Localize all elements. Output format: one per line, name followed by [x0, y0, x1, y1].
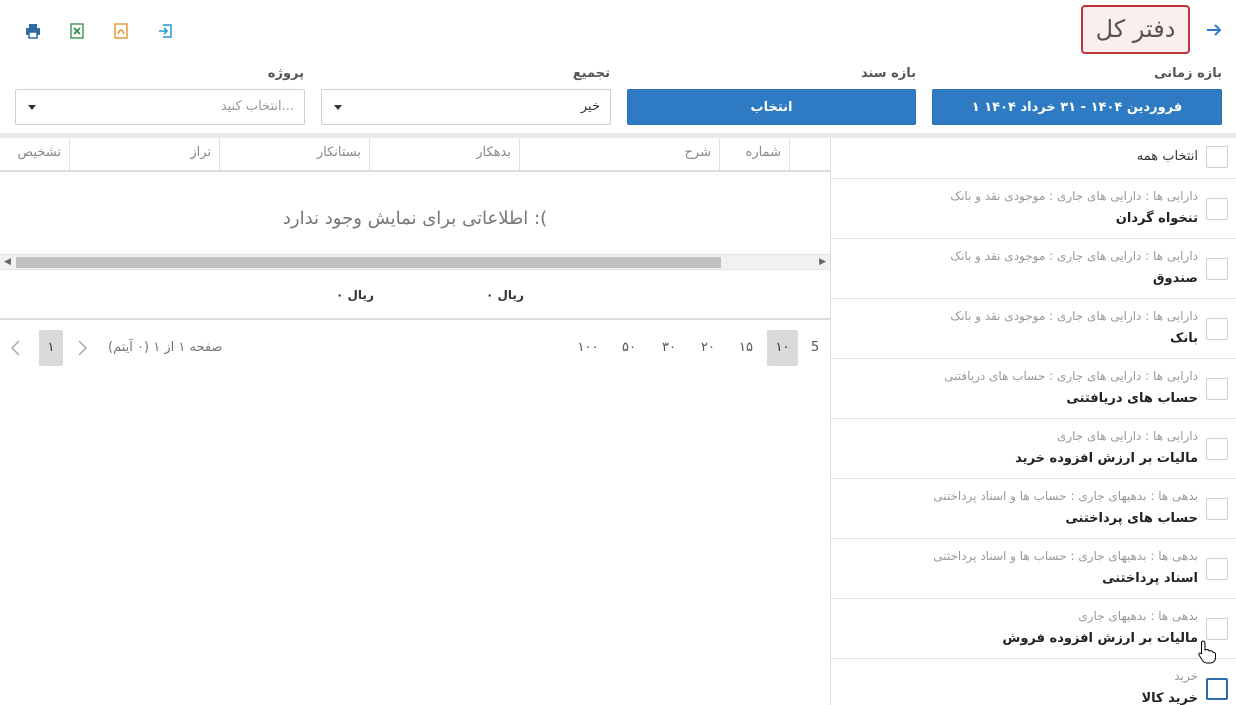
doc-range-label: بازه سند [860, 66, 916, 81]
page-size-15[interactable]: ۱۵ [731, 330, 761, 366]
scrollbar-thumb[interactable] [16, 257, 721, 268]
aggregate-value: خیر [580, 99, 600, 114]
select-all-row[interactable]: انتخاب همه [831, 138, 1236, 179]
date-range-button[interactable]: ۱ فروردین ۱۴۰۴ - ۳۱ خرداد ۱۴۰۴ [932, 89, 1222, 125]
account-name: حساب های پرداختنی [1065, 511, 1198, 526]
account-name: مالیات بر ارزش افزوده فروش [1002, 631, 1198, 646]
account-name: مالیات بر ارزش افزوده خرید [1015, 451, 1198, 466]
column-header-blank [789, 138, 830, 170]
arrow-right-icon[interactable] [1202, 20, 1226, 44]
excel-icon[interactable] [66, 20, 88, 42]
export-icon[interactable] [154, 20, 176, 42]
ledger-grid: شماره شرح بدهکار بستانکار تراز تشخیص اطل… [0, 138, 830, 705]
select-all-checkbox[interactable] [1206, 146, 1228, 168]
account-item[interactable]: دارایی ها : دارایی های جاری : موجودی نقد… [831, 179, 1236, 239]
account-path: دارایی ها : دارایی های جاری [1056, 429, 1198, 443]
toolbar [22, 20, 176, 42]
account-path: دارایی ها : دارایی های جاری : موجودی نقد… [950, 189, 1198, 203]
account-checkbox[interactable] [1206, 498, 1228, 520]
select-all-label: انتخاب همه [1136, 149, 1198, 164]
account-checkbox[interactable] [1206, 438, 1228, 460]
project-placeholder: انتخاب کنید... [220, 99, 294, 114]
account-item[interactable]: دارایی ها : دارایی های جاری : موجودی نقد… [831, 299, 1236, 359]
account-list: انتخاب همه دارایی ها : دارایی های جاری :… [831, 138, 1236, 705]
page-size-20[interactable]: ۲۰ [693, 330, 723, 366]
scroll-left-icon[interactable]: ◀ [4, 257, 11, 267]
page-size-50[interactable]: ۵۰ [614, 330, 644, 366]
account-path: دارایی ها : دارایی های جاری : موجودی نقد… [950, 249, 1198, 263]
account-path: دارایی ها : دارایی های جاری : حساب های د… [944, 369, 1198, 383]
column-header-debit[interactable]: بدهکار [369, 138, 519, 170]
page-size-5[interactable]: 5 [804, 330, 826, 366]
scroll-right-icon[interactable]: ▶ [819, 257, 826, 267]
column-header-credit[interactable]: بستانکار [219, 138, 369, 170]
account-item[interactable]: خرید خرید کالا [831, 659, 1236, 705]
project-label: پروژه [267, 66, 304, 81]
page-size-10[interactable]: ۱۰ [767, 330, 798, 366]
account-name: اسناد پرداختنی [1102, 571, 1198, 586]
credit-total: ۰ ریال [336, 288, 374, 302]
page-title: دفتر کل [1081, 5, 1190, 54]
print-icon[interactable] [22, 20, 44, 42]
date-range-label: بازه زمانی [1154, 66, 1222, 81]
account-checkbox[interactable] [1206, 198, 1228, 220]
account-checkbox[interactable] [1206, 678, 1228, 700]
hand-cursor-icon [1198, 640, 1216, 664]
account-name: بانک [1170, 331, 1198, 346]
account-path: دارایی ها : دارایی های جاری : موجودی نقد… [950, 309, 1198, 323]
general-ledger-page: دفتر کل بازه زمانی بازه سند تجمیع پروژه … [0, 0, 1236, 705]
pager: 5 ۱۰ ۱۵ ۲۰ ۳۰ ۵۰ ۱۰۰ صفحه ۱ از ۱ (۰ آیتم… [0, 330, 830, 366]
caret-down-icon [28, 105, 36, 110]
column-header-balance[interactable]: تراز [69, 138, 219, 170]
doc-range-button[interactable]: انتخاب [627, 89, 916, 125]
account-path: خرید [1174, 669, 1198, 683]
account-item[interactable]: دارایی ها : دارایی های جاری : موجودی نقد… [831, 239, 1236, 299]
grid-header: شماره شرح بدهکار بستانکار تراز تشخیص [0, 138, 830, 172]
aggregate-select[interactable]: خیر [321, 89, 611, 125]
page-size-100[interactable]: ۱۰۰ [571, 330, 605, 366]
page-size-30[interactable]: ۳۰ [654, 330, 684, 366]
account-name: حساب های دریافتنی [1066, 391, 1198, 406]
horizontal-scrollbar[interactable]: ◀ ▶ [0, 254, 830, 270]
pdf-icon[interactable] [110, 20, 132, 42]
account-path: بدهی ها : بدهیهای جاری [1078, 609, 1198, 623]
account-item[interactable]: بدهی ها : بدهیهای جاری مالیات بر ارزش اف… [831, 599, 1236, 659]
account-item[interactable]: دارایی ها : دارایی های جاری مالیات بر ار… [831, 419, 1236, 479]
debit-total: ۰ ریال [486, 288, 524, 302]
account-item[interactable]: دارایی ها : دارایی های جاری : حساب های د… [831, 359, 1236, 419]
account-item[interactable]: بدهی ها : بدهیهای جاری : حساب ها و اسناد… [831, 539, 1236, 599]
account-checkbox[interactable] [1206, 618, 1228, 640]
account-name: خرید کالا [1141, 691, 1199, 705]
account-path: بدهی ها : بدهیهای جاری : حساب ها و اسناد… [933, 549, 1198, 563]
chevron-left-icon[interactable] [10, 338, 22, 362]
account-path: بدهی ها : بدهیهای جاری : حساب ها و اسناد… [933, 489, 1198, 503]
account-name: صندوق [1152, 271, 1198, 286]
chevron-right-icon[interactable] [76, 338, 88, 362]
account-item[interactable]: بدهی ها : بدهیهای جاری : حساب ها و اسناد… [831, 479, 1236, 539]
caret-down-icon [334, 105, 342, 110]
column-header-description[interactable]: شرح [519, 138, 719, 170]
column-header-number[interactable]: شماره [719, 138, 789, 170]
column-header-status[interactable]: تشخیص [0, 138, 69, 170]
totals-row: ۰ ریال ۰ ریال [0, 272, 830, 320]
empty-message: اطلاعاتی برای نمایش وجود ندارد :( [282, 208, 548, 229]
account-name: تنخواه گردان [1115, 211, 1198, 226]
account-checkbox[interactable] [1206, 258, 1228, 280]
account-checkbox[interactable] [1206, 558, 1228, 580]
aggregate-label: تجمیع [572, 66, 610, 81]
page-info: صفحه ۱ از ۱ (۰ آیتم) [108, 340, 223, 355]
page-button-1[interactable]: ۱ [39, 330, 63, 366]
project-select[interactable]: انتخاب کنید... [15, 89, 305, 125]
account-checkbox[interactable] [1206, 318, 1228, 340]
account-checkbox[interactable] [1206, 378, 1228, 400]
